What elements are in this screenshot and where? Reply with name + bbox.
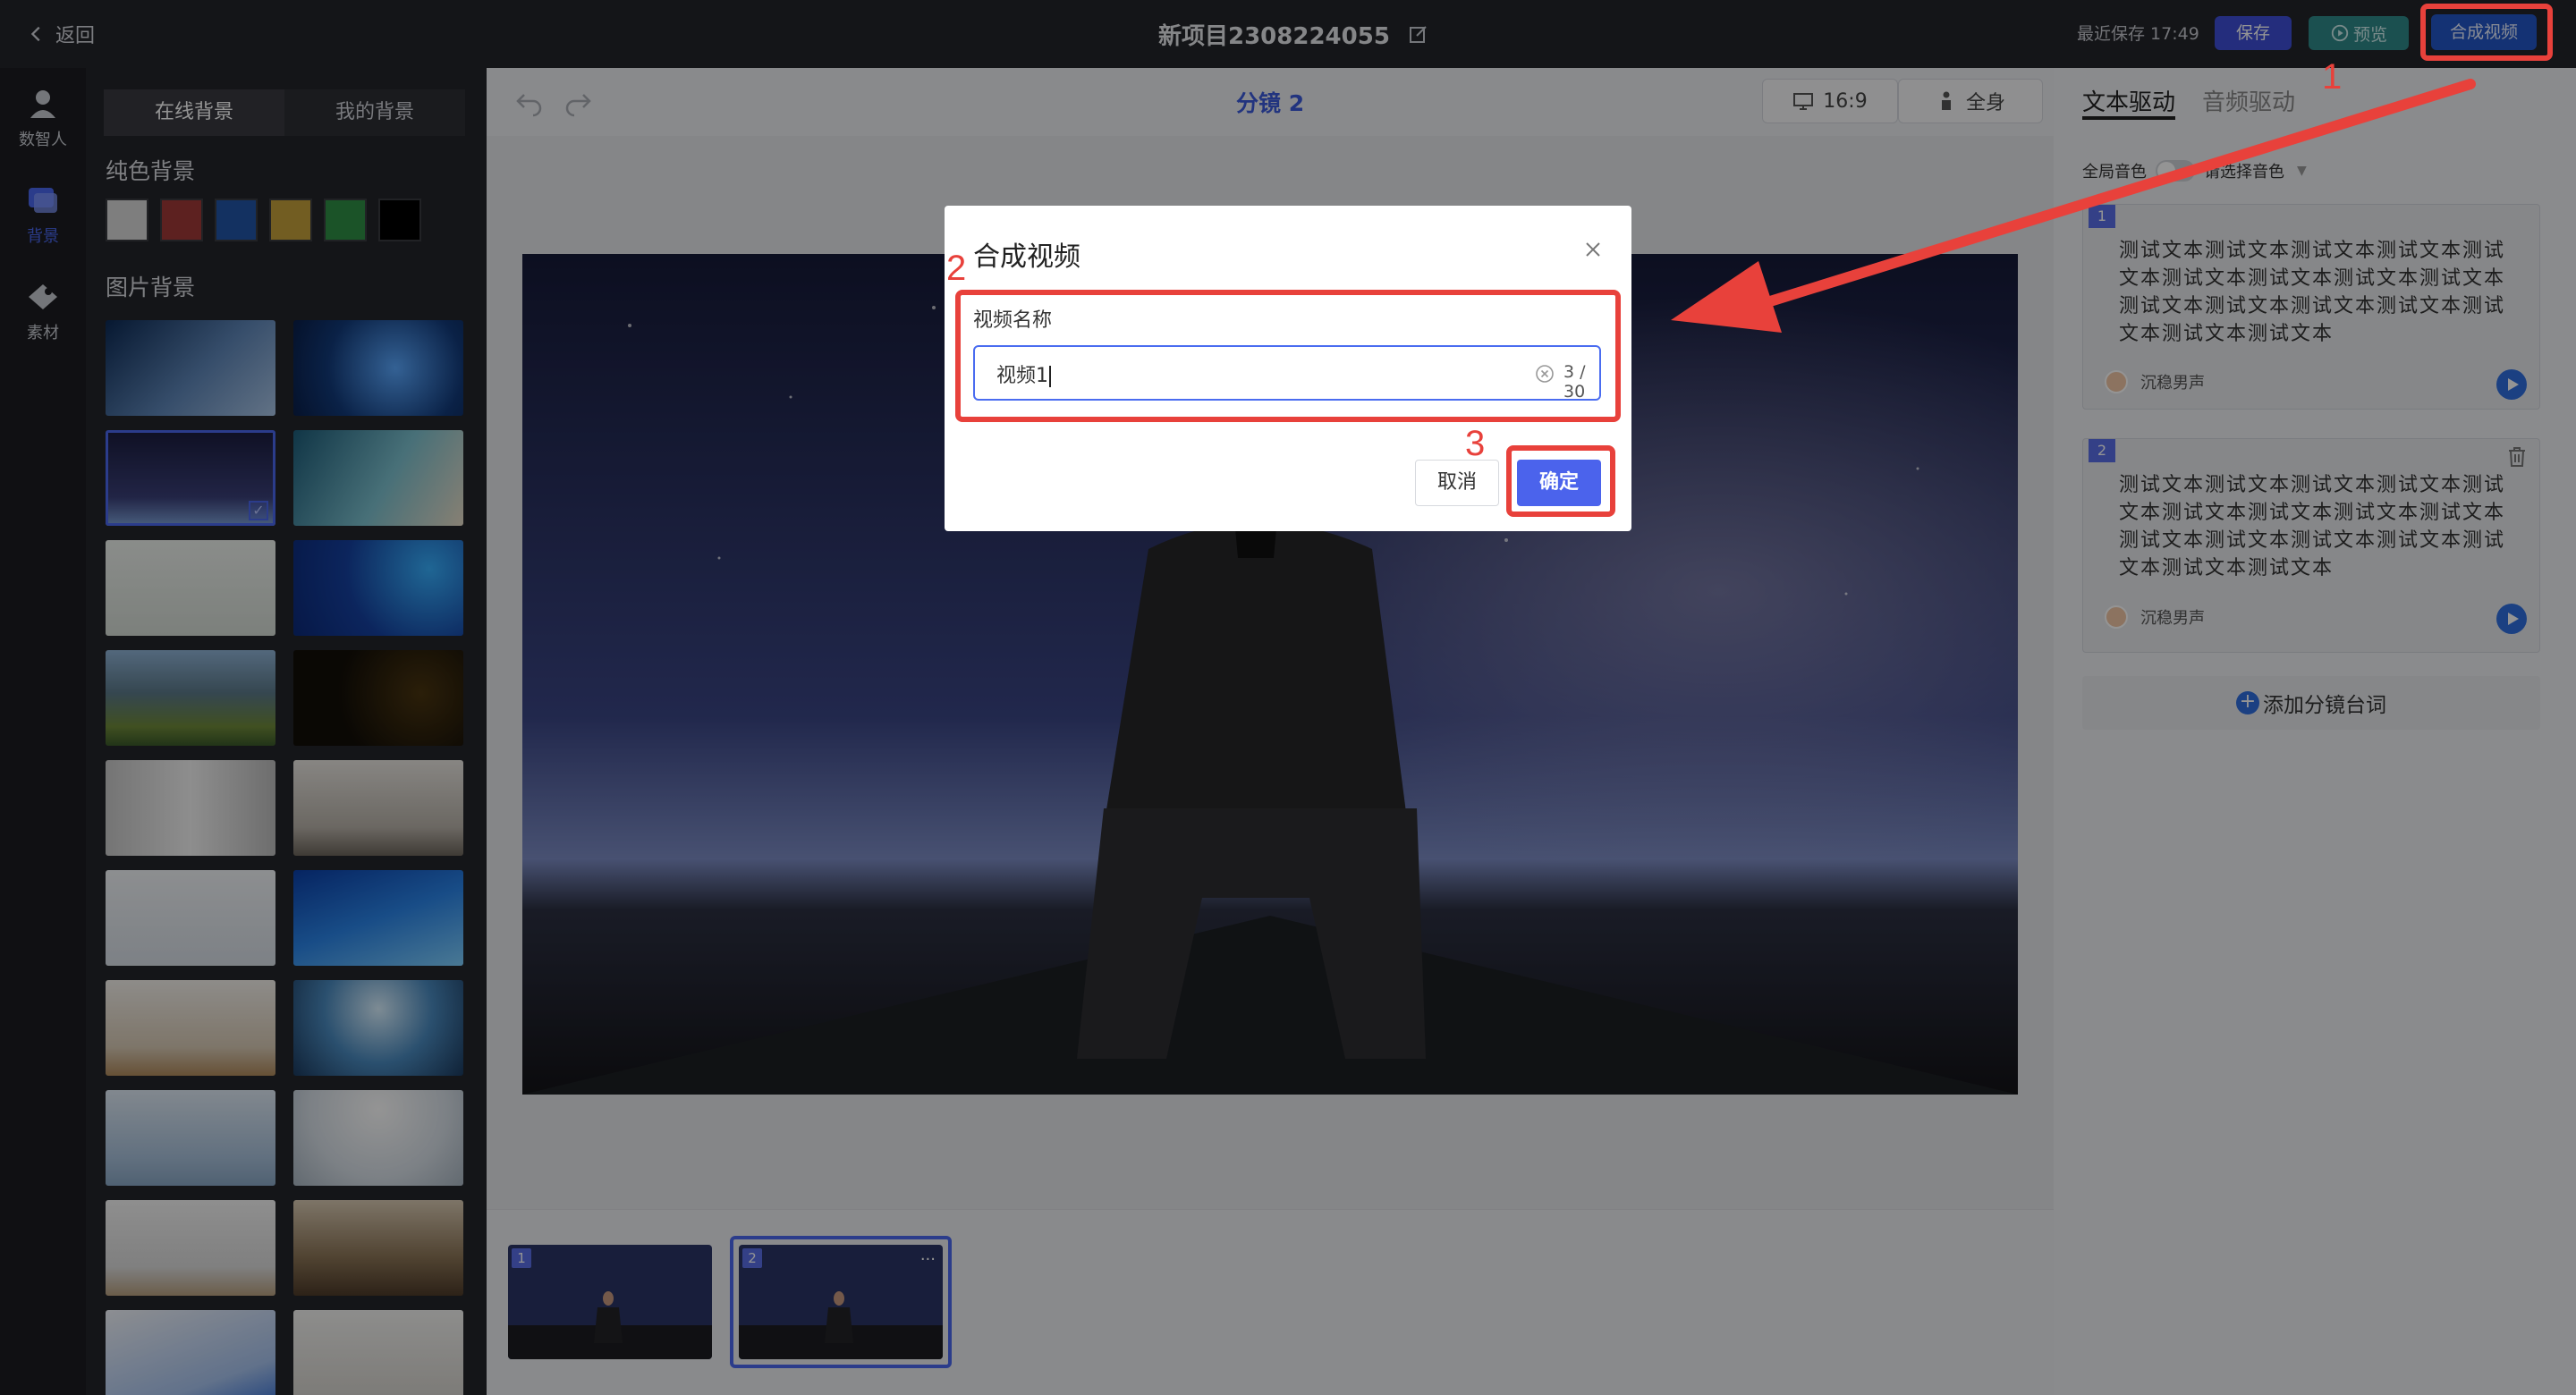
clear-input-icon[interactable] — [1535, 364, 1555, 384]
step-number-1: 1 — [2322, 57, 2343, 97]
step-number-2: 2 — [946, 249, 967, 288]
video-name-text: 视频1 — [996, 365, 1048, 387]
video-name-input[interactable]: 视频1 3 / 30 — [973, 345, 1601, 402]
dialog-title: 合成视频 — [973, 241, 1080, 273]
cancel-button[interactable]: 取消 — [1415, 460, 1499, 506]
confirm-button[interactable]: 确定 — [1517, 460, 1601, 506]
text-caret — [1049, 366, 1051, 387]
step-number-3: 3 — [1465, 424, 1486, 463]
character-counter: 3 / 30 — [1563, 362, 1586, 402]
video-name-value: 视频1 — [996, 359, 1051, 388]
close-icon[interactable] — [1581, 238, 1605, 261]
compose-video-dialog: 合成视频 视频名称 视频1 3 / 30 取消 确定 — [945, 206, 1631, 531]
video-name-label: 视频名称 — [973, 309, 1053, 332]
